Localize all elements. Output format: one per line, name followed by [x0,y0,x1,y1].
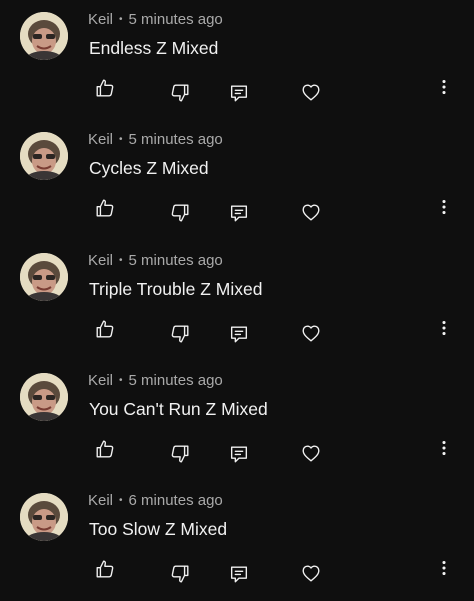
reply-icon [230,566,248,583]
more-vert-icon [442,440,446,456]
reply-icon [230,326,248,343]
avatar[interactable] [20,493,68,541]
heart-icon [302,204,320,221]
heart-icon [302,84,320,101]
comment-meta: Keil • 5 minutes ago [88,372,223,389]
comment-author[interactable]: Keil [88,492,113,509]
thumbs-up-icon [96,199,114,217]
heart-button[interactable] [300,201,322,223]
thumbs-down-icon [171,204,189,222]
dislike-button[interactable] [169,202,191,224]
comment-item: Keil • 5 minutes ago Triple Trouble Z Mixe… [0,241,474,361]
meta-separator: • [119,14,123,25]
avatar[interactable] [20,373,68,421]
comment-author[interactable]: Keil [88,252,113,269]
like-button[interactable] [94,438,116,460]
meta-separator: • [119,134,123,145]
comment-item: Keil • 6 minutes ago Too Slow Z Mixed [0,481,474,601]
heart-icon [302,445,320,462]
dislike-button[interactable] [169,563,191,585]
comment-text: Cycles Z Mixed [89,158,209,178]
more-vert-icon [442,320,446,336]
avatar-image [20,12,68,60]
comment-author[interactable]: Keil [88,372,113,389]
comment-timestamp: 5 minutes ago [128,131,223,148]
heart-button[interactable] [300,442,322,464]
heart-button[interactable] [300,562,322,584]
meta-separator: • [119,495,123,506]
thumbs-down-icon [171,325,189,343]
comment-text: Too Slow Z Mixed [89,519,228,539]
comment-text: Triple Trouble Z Mixed [89,279,263,299]
comment-item: Keil • 5 minutes ago Cycles Z Mixed [0,120,474,240]
more-options-button[interactable] [433,557,453,579]
comment-timestamp: 5 minutes ago [128,372,223,389]
comment-text: Endless Z Mixed [89,38,219,58]
dislike-button[interactable] [169,323,191,345]
reply-button[interactable] [228,82,250,104]
comment-meta: Keil • 5 minutes ago [88,131,223,148]
heart-icon [302,565,320,582]
heart-button[interactable] [300,81,322,103]
comment-author[interactable]: Keil [88,11,113,28]
comment-timestamp: 5 minutes ago [128,252,223,269]
more-options-button[interactable] [433,196,453,218]
like-button[interactable] [94,318,116,340]
like-button[interactable] [94,558,116,580]
avatar[interactable] [20,253,68,301]
thumbs-down-icon [171,445,189,463]
dislike-button[interactable] [169,443,191,465]
more-vert-icon [442,199,446,215]
like-button[interactable] [94,77,116,99]
meta-separator: • [119,375,123,386]
reply-button[interactable] [228,323,250,345]
more-vert-icon [442,560,446,576]
more-options-button[interactable] [433,317,453,339]
reply-icon [230,85,248,102]
comment-meta: Keil • 5 minutes ago [88,11,223,28]
reply-button[interactable] [228,202,250,224]
thumbs-down-icon [171,84,189,102]
more-vert-icon [442,79,446,95]
heart-icon [302,325,320,342]
thumbs-down-icon [171,565,189,583]
comment-meta: Keil • 6 minutes ago [88,492,223,509]
reply-icon [230,446,248,463]
reply-button[interactable] [228,563,250,585]
dislike-button[interactable] [169,82,191,104]
meta-separator: • [119,255,123,266]
avatar-image [20,493,68,541]
comment-author[interactable]: Keil [88,131,113,148]
avatar[interactable] [20,12,68,60]
avatar[interactable] [20,132,68,180]
thumbs-up-icon [96,440,114,458]
comment-meta: Keil • 5 minutes ago [88,252,223,269]
avatar-image [20,373,68,421]
avatar-image [20,253,68,301]
more-options-button[interactable] [433,76,453,98]
reply-button[interactable] [228,443,250,465]
comment-item: Keil • 5 minutes ago You Can't Run Z Mixed [0,361,474,481]
comment-timestamp: 5 minutes ago [128,11,223,28]
thumbs-up-icon [96,560,114,578]
like-button[interactable] [94,197,116,219]
thumbs-up-icon [96,320,114,338]
comment-timestamp: 6 minutes ago [128,492,223,509]
more-options-button[interactable] [433,437,453,459]
avatar-image [20,132,68,180]
reply-icon [230,205,248,222]
comment-text: You Can't Run Z Mixed [89,399,268,419]
heart-button[interactable] [300,322,322,344]
thumbs-up-icon [96,79,114,97]
comment-item: Keil • 5 minutes ago Endless Z Mixed [0,0,474,120]
